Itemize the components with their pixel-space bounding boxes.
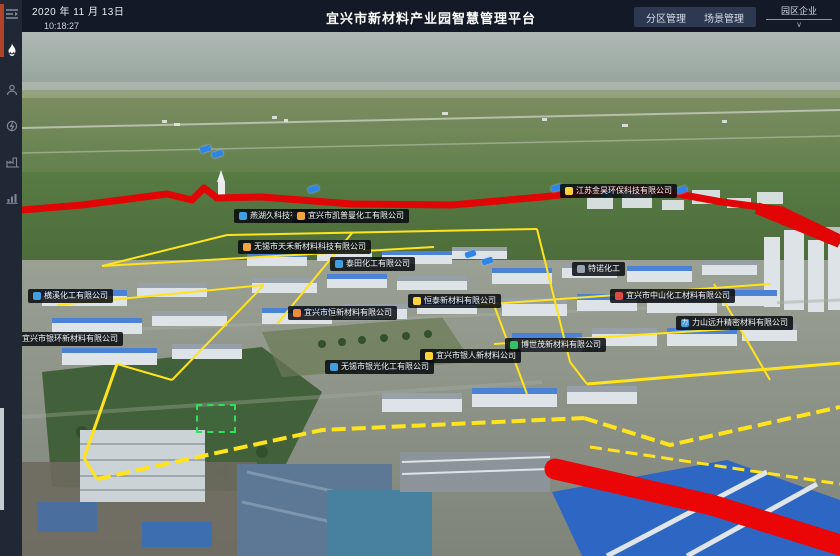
- company-marker-icon: [565, 187, 573, 195]
- flame-icon[interactable]: [2, 40, 22, 60]
- company-label-text: 恒泰新材料有限公司: [424, 294, 496, 308]
- application-window: 2020 年 11 月 13日 10:18:27 宜兴市新材料产业园智慧管理平台…: [0, 0, 840, 556]
- company-label-text: 横溪化工有限公司: [44, 289, 108, 303]
- company-label-text: 无锡市天禾新材料科技有限公司: [254, 240, 366, 254]
- park-enterprises-dropdown[interactable]: 园区企业 ∨: [766, 4, 832, 29]
- company-marker-icon: [577, 265, 585, 273]
- company-marker-icon: [330, 363, 338, 371]
- zone-management-button[interactable]: 分区管理: [634, 7, 698, 27]
- company-label-text: 博世茂新材料有限公司: [521, 338, 601, 352]
- company-label[interactable]: 横溪化工有限公司: [28, 289, 113, 303]
- company-label-text: 宜兴市恒新材料有限公司: [304, 306, 392, 320]
- page-title: 宜兴市新材料产业园智慧管理平台: [326, 8, 536, 27]
- sidebar: [0, 0, 22, 556]
- company-label-text: 泰田化工有限公司: [346, 257, 410, 271]
- company-label[interactable]: 江苏金昊环保科技有限公司: [560, 184, 677, 198]
- company-marker-icon: [239, 212, 247, 220]
- bar-chart-icon[interactable]: [2, 188, 22, 208]
- map-viewport[interactable]: 燕湖久科技有限公司宜兴市凯普曼化工有限公司无锡市天禾新材料科技有限公司泰田化工有…: [22, 32, 840, 556]
- company-label[interactable]: 无锡市天禾新材料科技有限公司: [238, 240, 371, 254]
- company-label[interactable]: 无锡市银光化工有限公司: [325, 360, 434, 374]
- company-marker-icon: [293, 309, 301, 317]
- datetime-block: 2020 年 11 月 13日 10:18:27: [32, 3, 124, 31]
- top-header: 2020 年 11 月 13日 10:18:27 宜兴市新材料产业园智慧管理平台…: [22, 0, 840, 32]
- company-label-text: 宜兴市中山化工材料有限公司: [626, 289, 730, 303]
- company-label[interactable]: 博世茂新材料有限公司: [505, 338, 606, 352]
- sidebar-scrollbar-thumb[interactable]: [0, 408, 4, 510]
- company-label-text: 无锡市银光化工有限公司: [341, 360, 429, 374]
- company-label[interactable]: 宜兴市银环新材料有限公司: [22, 332, 123, 346]
- company-label-text: 力山远升精密材料有限公司: [692, 316, 788, 330]
- company-marker-icon: [243, 243, 251, 251]
- company-label-text: 江苏金昊环保科技有限公司: [576, 184, 672, 198]
- menu-icon[interactable]: [2, 4, 22, 24]
- power-icon[interactable]: [2, 116, 22, 136]
- company-label-text: 宜兴市银环新材料有限公司: [22, 332, 118, 346]
- company-label-text: 特诺化工: [588, 262, 620, 276]
- company-marker-icon: [413, 297, 421, 305]
- company-label-text: 宜兴市银人新材料公司: [436, 349, 516, 363]
- company-marker-icon: [615, 292, 623, 300]
- company-label[interactable]: 特诺化工: [572, 262, 625, 276]
- company-label[interactable]: 恒泰新材料有限公司: [408, 294, 501, 308]
- company-marker-icon: [335, 260, 343, 268]
- user-icon[interactable]: [2, 80, 22, 100]
- current-time: 10:18:27: [44, 21, 124, 31]
- factory-icon[interactable]: [2, 152, 22, 172]
- company-marker-icon: [510, 341, 518, 349]
- park-enterprises-label: 园区企业: [766, 4, 832, 20]
- company-label[interactable]: 宜兴市凯普曼化工有限公司: [292, 209, 409, 223]
- company-marker-icon: [297, 212, 305, 220]
- chevron-down-icon: ∨: [766, 20, 832, 29]
- company-label[interactable]: 力力山远升精密材料有限公司: [676, 316, 793, 330]
- selection-box: [196, 404, 236, 433]
- scene-management-button[interactable]: 场景管理: [692, 7, 756, 27]
- company-marker-icon: 力: [681, 319, 689, 327]
- current-date: 2020 年 11 月 13日: [32, 3, 124, 18]
- company-label[interactable]: 宜兴市恒新材料有限公司: [288, 306, 397, 320]
- company-label-text: 宜兴市凯普曼化工有限公司: [308, 209, 404, 223]
- company-marker-icon: [425, 352, 433, 360]
- company-label[interactable]: 宜兴市中山化工材料有限公司: [610, 289, 735, 303]
- company-label[interactable]: 泰田化工有限公司: [330, 257, 415, 271]
- company-marker-icon: [33, 292, 41, 300]
